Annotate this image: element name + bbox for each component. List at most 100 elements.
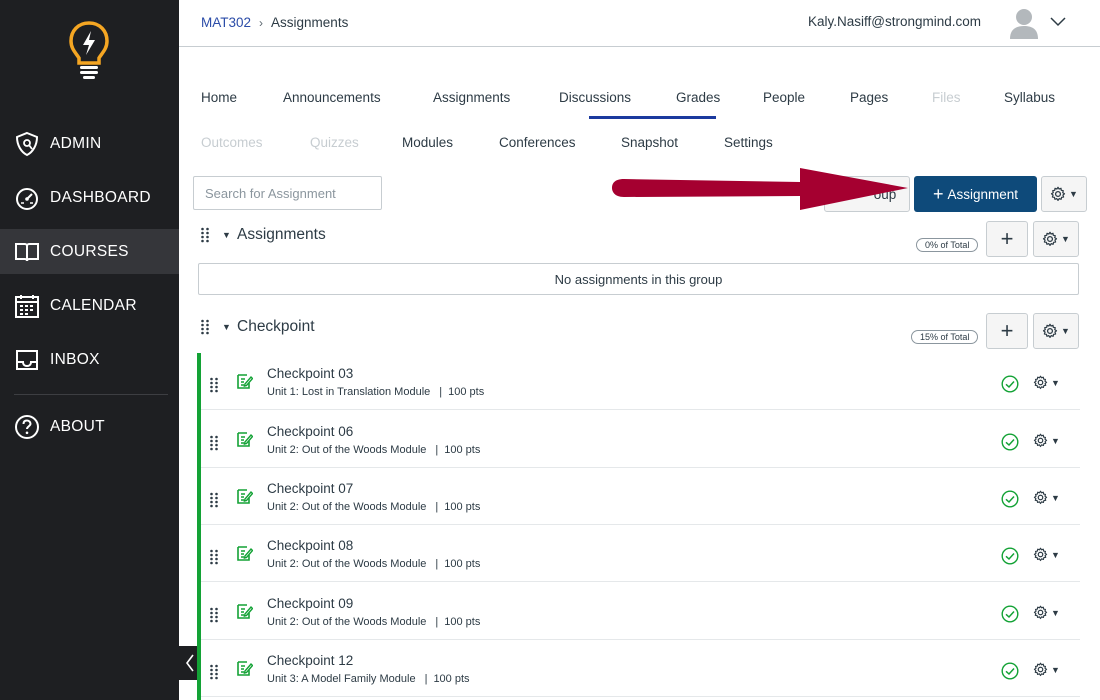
lightbulb-logo-icon[interactable] [68, 20, 110, 80]
assignment-title-link[interactable]: Checkpoint 12 [267, 653, 353, 668]
assignment-settings-button[interactable]: ▼ [1033, 605, 1060, 620]
assignment-title-link[interactable]: Checkpoint 06 [267, 424, 353, 439]
caret-down-icon: ▼ [1051, 549, 1060, 560]
plus-icon: + [932, 183, 944, 204]
tab-snapshot[interactable]: Snapshot [621, 135, 678, 150]
sidebar-item-calendar[interactable]: CALENDAR [0, 283, 179, 328]
sidebar-item-inbox[interactable]: INBOX [0, 337, 179, 382]
assignment-module[interactable]: Unit 3: A Model Family Module [267, 673, 416, 685]
published-check-icon[interactable] [1001, 547, 1019, 565]
sidebar-item-courses[interactable]: COURSES [0, 229, 179, 274]
caret-down-icon: ▼ [1051, 377, 1060, 388]
published-check-icon[interactable] [1001, 433, 1019, 451]
question-icon [15, 414, 39, 439]
assignment-title-link[interactable]: Checkpoint 03 [267, 366, 353, 381]
table-row[interactable]: Checkpoint 03 Unit 1: Lost in Translatio… [201, 353, 1080, 410]
tab-home[interactable]: Home [201, 90, 237, 105]
tab-modules[interactable]: Modules [402, 135, 453, 150]
group-title: Checkpoint [237, 318, 315, 335]
assignment-module[interactable]: Unit 2: Out of the Woods Module [267, 558, 426, 570]
drag-handle-icon[interactable] [209, 377, 219, 393]
sidebar-item-admin[interactable]: ADMIN [0, 121, 179, 166]
sidebar-divider [14, 394, 168, 395]
assignment-icon [237, 374, 253, 389]
course-navigation: Home Announcements Assignments Discussio… [179, 0, 1100, 160]
assignment-module[interactable]: Unit 2: Out of the Woods Module [267, 501, 426, 513]
published-check-icon[interactable] [1001, 375, 1019, 393]
assignment-meta: Unit 2: Out of the Woods Module | 100 pts [267, 444, 480, 456]
assignment-list: Checkpoint 03 Unit 1: Lost in Translatio… [197, 353, 1080, 700]
table-row[interactable]: Checkpoint 06 Unit 2: Out of the Woods M… [201, 411, 1080, 468]
assignment-module[interactable]: Unit 2: Out of the Woods Module [267, 444, 426, 456]
assignment-settings-button[interactable]: ▼ [1033, 433, 1060, 448]
add-assignment-to-group-button[interactable]: + [986, 313, 1028, 349]
assignment-module[interactable]: Unit 2: Out of the Woods Module [267, 616, 426, 628]
assignment-points: 100 pts [444, 444, 481, 456]
assignment-title-link[interactable]: Checkpoint 09 [267, 596, 353, 611]
group-settings-button[interactable]: ▼ [1033, 221, 1079, 257]
caret-down-icon: ▼ [1051, 664, 1060, 675]
group-weight-badge: 0% of Total [916, 238, 979, 252]
assignment-settings-button[interactable]: ▼ [1033, 490, 1060, 505]
tab-people[interactable]: People [763, 90, 805, 105]
tab-grades[interactable]: Grades [676, 90, 720, 105]
collapse-group-toggle[interactable]: ▼ [222, 230, 231, 240]
assignment-points: 100 pts [444, 558, 481, 570]
assignment-meta: Unit 2: Out of the Woods Module | 100 pts [267, 558, 480, 570]
assignment-settings-button[interactable]: ▼ [1033, 375, 1060, 390]
sidebar-item-label: ADMIN [50, 134, 102, 152]
table-row[interactable]: Checkpoint 07 Unit 2: Out of the Woods M… [201, 468, 1080, 525]
sidebar-item-about[interactable]: ABOUT [0, 404, 179, 449]
search-input[interactable] [193, 176, 382, 210]
tab-announcements[interactable]: Announcements [283, 90, 381, 105]
caret-down-icon: ▼ [1061, 234, 1070, 244]
drag-handle-icon[interactable] [200, 319, 210, 335]
assignment-title-link[interactable]: Checkpoint 08 [267, 538, 353, 553]
add-assignment-button[interactable]: + Assignment [914, 176, 1037, 212]
settings-menu-button[interactable]: ▼ [1041, 176, 1087, 212]
tab-quizzes: Quizzes [310, 135, 359, 150]
drag-handle-icon[interactable] [209, 664, 219, 680]
assignment-meta: Unit 2: Out of the Woods Module | 100 pts [267, 501, 480, 513]
tab-discussions[interactable]: Discussions [559, 90, 631, 105]
drag-handle-icon[interactable] [209, 549, 219, 565]
published-check-icon[interactable] [1001, 662, 1019, 680]
assignment-icon [237, 661, 253, 676]
drag-handle-icon[interactable] [209, 492, 219, 508]
assignment-title-link[interactable]: Checkpoint 07 [267, 481, 353, 496]
published-check-icon[interactable] [1001, 490, 1019, 508]
gear-icon [1050, 186, 1066, 201]
meta-separator: | [424, 673, 428, 685]
drag-handle-icon[interactable] [200, 227, 210, 243]
annotation-arrow [612, 168, 908, 210]
assignment-points: 100 pts [433, 673, 470, 685]
table-row[interactable]: Checkpoint 12 Unit 3: A Model Family Mod… [201, 640, 1080, 697]
shield-icon [15, 131, 39, 156]
drag-handle-icon[interactable] [209, 607, 219, 623]
sidebar-item-label: COURSES [50, 242, 129, 260]
chevron-left-icon [186, 654, 194, 672]
group-settings-button[interactable]: ▼ [1033, 313, 1079, 349]
add-assignment-to-group-button[interactable]: + [986, 221, 1028, 257]
assignment-points: 100 pts [444, 616, 481, 628]
assignment-meta: Unit 3: A Model Family Module | 100 pts [267, 673, 470, 685]
assignment-settings-button[interactable]: ▼ [1033, 662, 1060, 677]
tab-settings[interactable]: Settings [724, 135, 773, 150]
tab-assignments[interactable]: Assignments [433, 90, 510, 105]
tab-conferences[interactable]: Conferences [499, 135, 576, 150]
group-title: Assignments [237, 226, 326, 243]
gear-icon [1042, 323, 1058, 338]
assignment-module[interactable]: Unit 1: Lost in Translation Module [267, 386, 430, 398]
tab-syllabus[interactable]: Syllabus [1004, 90, 1055, 105]
assignment-settings-button[interactable]: ▼ [1033, 547, 1060, 562]
published-check-icon[interactable] [1001, 605, 1019, 623]
table-row[interactable]: Checkpoint 08 Unit 2: Out of the Woods M… [201, 525, 1080, 582]
sidebar-item-dashboard[interactable]: DASHBOARD [0, 175, 179, 220]
tab-pages[interactable]: Pages [850, 90, 888, 105]
collapse-group-toggle[interactable]: ▼ [222, 322, 231, 332]
drag-handle-icon[interactable] [209, 435, 219, 451]
sidebar-item-label: INBOX [50, 350, 100, 368]
assignment-meta: Unit 1: Lost in Translation Module | 100 p… [267, 386, 484, 398]
group-weight-badge: 15% of Total [911, 330, 979, 344]
table-row[interactable]: Checkpoint 09 Unit 2: Out of the Woods M… [201, 583, 1080, 640]
